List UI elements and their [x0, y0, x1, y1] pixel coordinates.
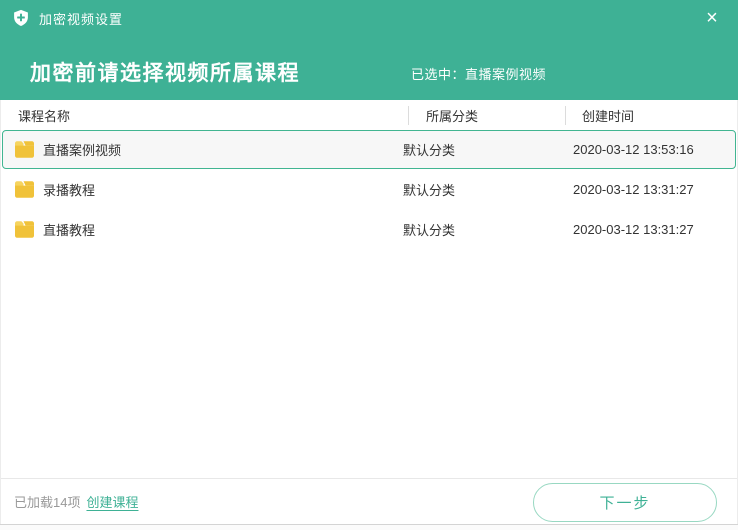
page-title: 加密前请选择视频所属课程 — [30, 57, 300, 87]
dialog-header: 加密视频设置 × 加密前请选择视频所属课程 已选中：直播案例视频 — [0, 0, 738, 100]
course-category: 默认分类 — [403, 180, 573, 199]
column-header-course-name: 课程名称 — [0, 106, 412, 125]
folder-icon — [14, 220, 35, 239]
column-divider — [408, 106, 409, 125]
table-row-live-case-video[interactable]: 直播案例视频 默认分类 2020-03-12 13:53:16 — [2, 130, 736, 169]
next-step-button[interactable]: 下一步 — [533, 483, 717, 522]
course-list: 直播案例视频 默认分类 2020-03-12 13:53:16 录播教程 默认分… — [0, 130, 738, 249]
close-icon[interactable]: × — [698, 4, 726, 32]
column-header-created-time: 创建时间 — [565, 106, 738, 125]
window-border — [0, 524, 738, 530]
folder-icon — [14, 140, 35, 159]
course-created-time: 2020-03-12 13:31:27 — [573, 182, 738, 197]
course-created-time: 2020-03-12 13:31:27 — [573, 222, 738, 237]
course-name: 录播教程 — [43, 180, 95, 199]
column-header-category: 所属分类 — [412, 106, 565, 125]
course-name-cell: 直播案例视频 — [3, 140, 403, 159]
table-row-recorded-tutorial[interactable]: 录播教程 默认分类 2020-03-12 13:31:27 — [0, 169, 738, 209]
window-title: 加密视频设置 — [39, 9, 123, 28]
table-header: 课程名称 所属分类 创建时间 — [0, 100, 738, 130]
selected-course-summary: 已选中：直播案例视频 — [411, 64, 546, 83]
course-name-cell: 录播教程 — [0, 180, 403, 199]
course-name: 直播教程 — [43, 220, 95, 239]
table-row-live-tutorial[interactable]: 直播教程 默认分类 2020-03-12 13:31:27 — [0, 209, 738, 249]
encrypt-video-dialog: 加密视频设置 × 加密前请选择视频所属课程 已选中：直播案例视频 课程名称 所属… — [0, 0, 738, 529]
shield-plus-icon — [12, 9, 30, 27]
loaded-count-label: 已加载14项 — [14, 492, 80, 511]
column-divider — [565, 106, 566, 125]
course-name-cell: 直播教程 — [0, 220, 403, 239]
create-course-link[interactable]: 创建课程 — [86, 492, 138, 511]
course-created-time: 2020-03-12 13:53:16 — [573, 142, 735, 157]
titlebar: 加密视频设置 × — [0, 0, 738, 36]
folder-icon — [14, 180, 35, 199]
course-name: 直播案例视频 — [43, 140, 121, 159]
window-border — [0, 100, 1, 524]
course-category: 默认分类 — [403, 220, 573, 239]
course-category: 默认分类 — [403, 140, 573, 159]
